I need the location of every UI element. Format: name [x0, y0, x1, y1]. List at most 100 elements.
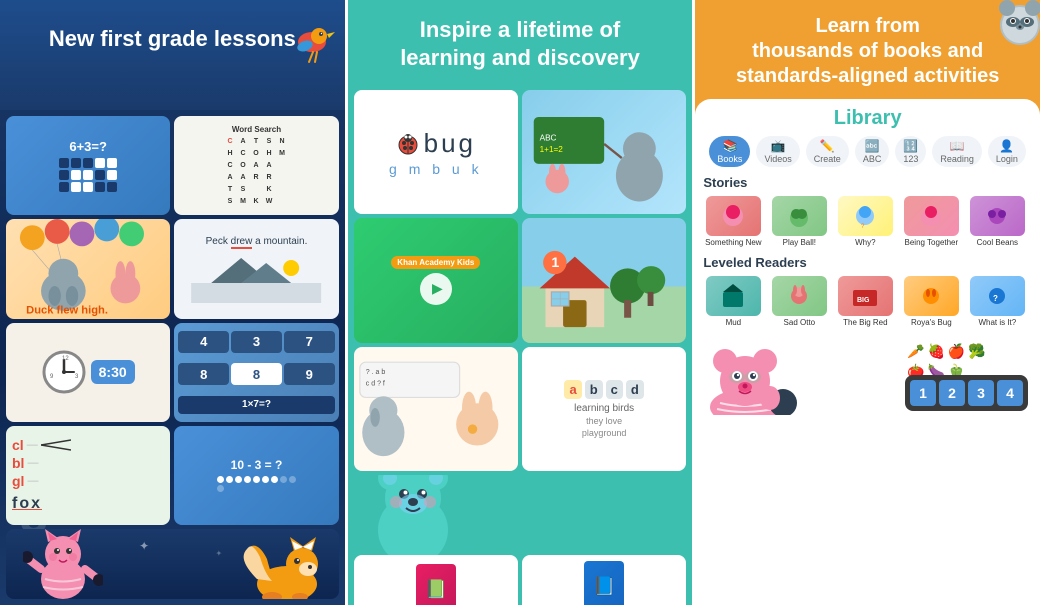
story-item-5[interactable]: Cool Beans	[967, 196, 1027, 247]
leveled-thumb-1	[706, 276, 761, 316]
reading-tab-icon: 📖	[950, 139, 965, 153]
leveled-label-5: What is It?	[978, 318, 1016, 327]
panel-1-header: New first grade lessons	[0, 0, 345, 110]
num-tile: 3	[231, 331, 282, 353]
tab-123[interactable]: 🔢 123	[895, 136, 926, 167]
leveled-thumb-3: BIG	[838, 276, 893, 316]
svg-text:1+1=2: 1+1=2	[540, 145, 564, 154]
sub-dot-crossed	[217, 485, 224, 492]
star-deco: ✦	[216, 549, 223, 558]
sentence-text: Peck	[206, 236, 231, 247]
character-scene-cell: ✦ ✦	[6, 529, 339, 599]
sub-dot	[235, 476, 242, 483]
story-item-1[interactable]: Something New	[703, 196, 763, 247]
bottom-character-area: 🥕 🍓 🍎 🥦 🍅 🍆 🫑 1 2 3 4	[703, 335, 1032, 415]
leveled-item-2[interactable]: Sad Otto	[769, 276, 829, 327]
svg-text:c d ? f: c d ? f	[365, 380, 384, 387]
story-thumb-3: ?	[838, 196, 893, 236]
story-item-2[interactable]: Play Ball!	[769, 196, 829, 247]
story-thumb-5	[970, 196, 1025, 236]
sentence-cell: Peck drew a mountain.	[174, 219, 338, 318]
num-board-tile-3: 3	[968, 380, 994, 406]
mountain-scene	[180, 253, 332, 303]
letter-row-gl: gl —	[12, 473, 38, 489]
panel-2-inspire: Inspire a lifetime of learning and disco…	[345, 0, 693, 605]
story-item-3[interactable]: ? Why?	[835, 196, 895, 247]
sub-dot	[271, 476, 278, 483]
letter-tiles-cell: a b c d learning birds they love playgro…	[522, 347, 686, 471]
dash-gl: —	[27, 475, 38, 487]
sub-dot-crossed	[280, 476, 287, 483]
sub-dot	[253, 476, 260, 483]
panel-2-grid: bug g m b u k ABC 1+1=2	[348, 90, 693, 475]
raccoon-main-character	[703, 335, 805, 415]
sentence-text2: a mountain.	[255, 236, 307, 247]
create-tab-icon: ✏️	[820, 139, 835, 153]
stories-section-title: Stories	[703, 175, 1032, 190]
123-tab-icon: 🔢	[903, 139, 918, 153]
subtraction-cell: 10 - 3 = ?	[174, 426, 338, 525]
word-search-grid: CATSN HCOHM COAA AARR TS K SMKW	[225, 136, 289, 207]
letter-tile-c: c	[606, 380, 623, 399]
tab-books-label: Books	[717, 154, 742, 164]
tab-videos[interactable]: 📺 Videos	[756, 136, 799, 167]
subtract-equation: 10 - 3 = ?	[231, 458, 283, 472]
subtract-dots	[217, 476, 297, 492]
tab-reading-label: Reading	[940, 154, 974, 164]
letter-tile-b: b	[585, 380, 603, 399]
library-panel: Library 📚 Books 📺 Videos ✏️ Create 🔤 ABC…	[695, 99, 1040, 605]
sub-dot	[217, 476, 224, 483]
leveled-image-1	[718, 282, 748, 310]
story-item-4[interactable]: Being Together	[901, 196, 961, 247]
num-tile: 9	[284, 363, 335, 385]
sub-dot	[244, 476, 251, 483]
sub-dot	[226, 476, 233, 483]
num-tile: 4	[178, 331, 229, 353]
tab-login[interactable]: 👤 Login	[988, 136, 1026, 167]
library-tabs: 📚 Books 📺 Videos ✏️ Create 🔤 ABC 🔢 123 📖	[703, 136, 1032, 167]
leveled-item-5[interactable]: ? What is It?	[967, 276, 1027, 327]
story-label-4: Being Together	[905, 238, 959, 247]
dash-bl: —	[27, 457, 38, 469]
story-image-1	[718, 202, 748, 230]
play-button[interactable]: ▶	[420, 273, 452, 305]
prefix-cl: cl	[12, 437, 24, 453]
leveled-label-4: Roya's Bug	[911, 318, 952, 327]
video-lesson-cell: Khan Academy Kids ▶	[354, 218, 518, 342]
leveled-item-3[interactable]: BIG The Big Red	[835, 276, 895, 327]
leveled-row: Mud Sad Otto BIG	[703, 276, 1032, 327]
svg-text:? . a b: ? . a b	[365, 369, 385, 376]
bear-character-section	[348, 475, 693, 555]
svg-text:Duck flew high.: Duck flew high.	[26, 305, 108, 317]
characters-classroom-cell: ABC 1+1=2	[522, 90, 686, 214]
leveled-image-4	[916, 282, 946, 310]
book-icon-2: 📘	[593, 576, 615, 597]
word-search-cell: Word Search CATSN HCOHM COAA AARR TS K S…	[174, 116, 338, 215]
tab-create[interactable]: ✏️ Create	[806, 136, 849, 167]
tab-reading[interactable]: 📖 Reading	[932, 136, 982, 167]
leveled-image-3: BIG	[850, 282, 880, 310]
story-image-4	[916, 202, 946, 230]
story-image-5	[982, 202, 1012, 230]
letter-sub-text2: playground	[582, 428, 627, 438]
story-thumb-2	[772, 196, 827, 236]
leveled-thumb-5: ?	[970, 276, 1025, 316]
tab-abc[interactable]: 🔤 ABC	[855, 136, 890, 167]
pink-cat-character	[23, 529, 103, 599]
leveled-item-4[interactable]: Roya's Bug	[901, 276, 961, 327]
num-tile: 8	[231, 363, 282, 385]
bird-icon	[277, 10, 337, 70]
leveled-item-1[interactable]: Mud	[703, 276, 763, 327]
letter-row-cl: cl —	[12, 437, 71, 453]
leveled-label-2: Sad Otto	[784, 318, 816, 327]
num-board-tile-1: 1	[910, 380, 936, 406]
tab-books[interactable]: 📚 Books	[709, 136, 750, 167]
story-label-5: Cool Beans	[977, 238, 1018, 247]
book-cell-1: 📗 You Time - She High Khan Academy Kids	[354, 555, 518, 605]
login-tab-icon: 👤	[999, 139, 1014, 153]
story-label-2: Play Ball!	[783, 238, 816, 247]
num-tile: 7	[284, 331, 335, 353]
svg-text:?: ?	[993, 294, 998, 303]
svg-text:12: 12	[62, 356, 69, 362]
play-icon: ▶	[432, 280, 443, 297]
